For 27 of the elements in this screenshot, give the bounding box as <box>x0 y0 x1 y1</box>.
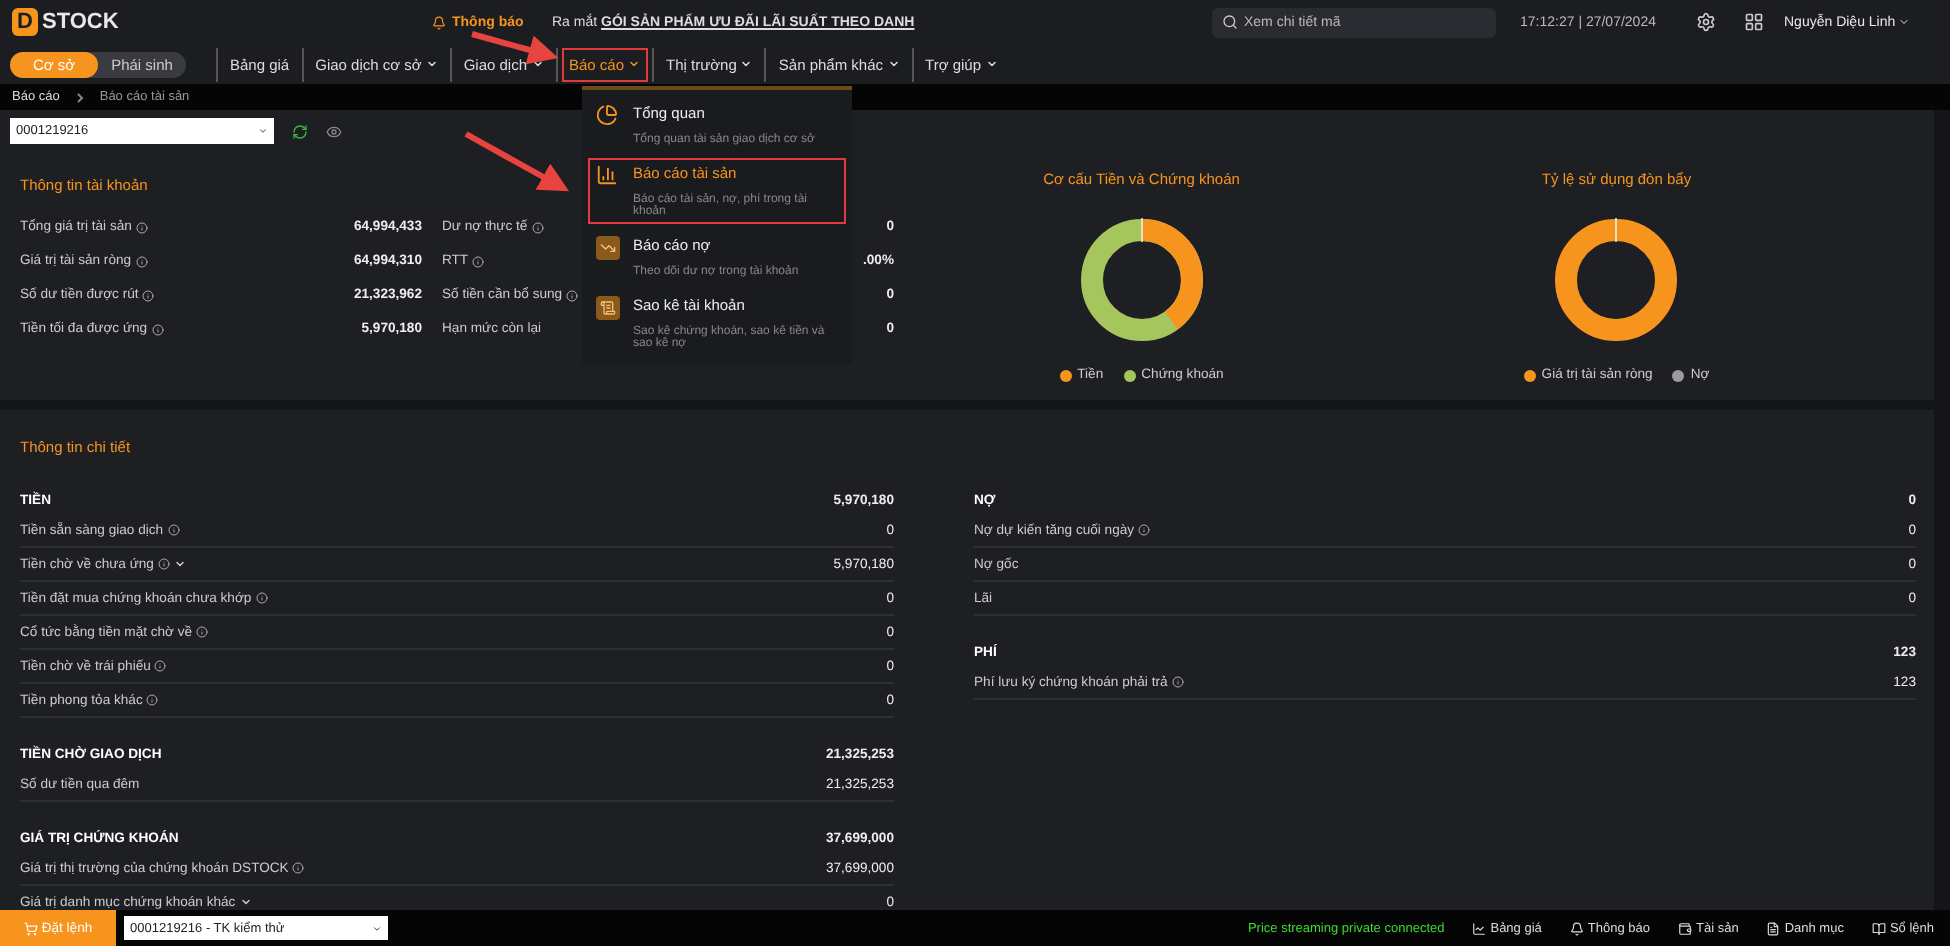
trend-down-icon <box>595 235 619 259</box>
book-icon <box>1871 921 1886 935</box>
document-icon <box>1766 921 1781 935</box>
caret-icon <box>258 126 268 136</box>
caret-icon[interactable] <box>239 896 252 908</box>
cart-icon <box>23 921 38 935</box>
search-icon <box>1222 14 1238 30</box>
wallet-icon <box>1678 921 1692 935</box>
donut-chart <box>1552 216 1681 344</box>
bar-chart-icon <box>595 163 619 187</box>
caret-icon <box>372 923 382 933</box>
pie-chart-icon <box>595 103 619 127</box>
caret-icon <box>1897 16 1910 28</box>
megaphone-icon <box>432 15 446 29</box>
grid-icon[interactable] <box>1744 12 1764 32</box>
caret-icon[interactable] <box>173 558 186 570</box>
chevron-icon <box>75 91 84 103</box>
annotation-arrow <box>464 131 570 192</box>
settings-icon[interactable] <box>1696 12 1716 32</box>
document-icon <box>595 295 619 319</box>
donut-chart <box>1077 216 1206 344</box>
refresh-icon[interactable] <box>292 123 308 139</box>
logo-mark: D <box>12 8 38 36</box>
line-chart-icon <box>1472 921 1487 935</box>
logo-text: STOCK <box>42 10 119 34</box>
eye-icon[interactable] <box>326 123 342 139</box>
bell-icon <box>1569 921 1584 935</box>
